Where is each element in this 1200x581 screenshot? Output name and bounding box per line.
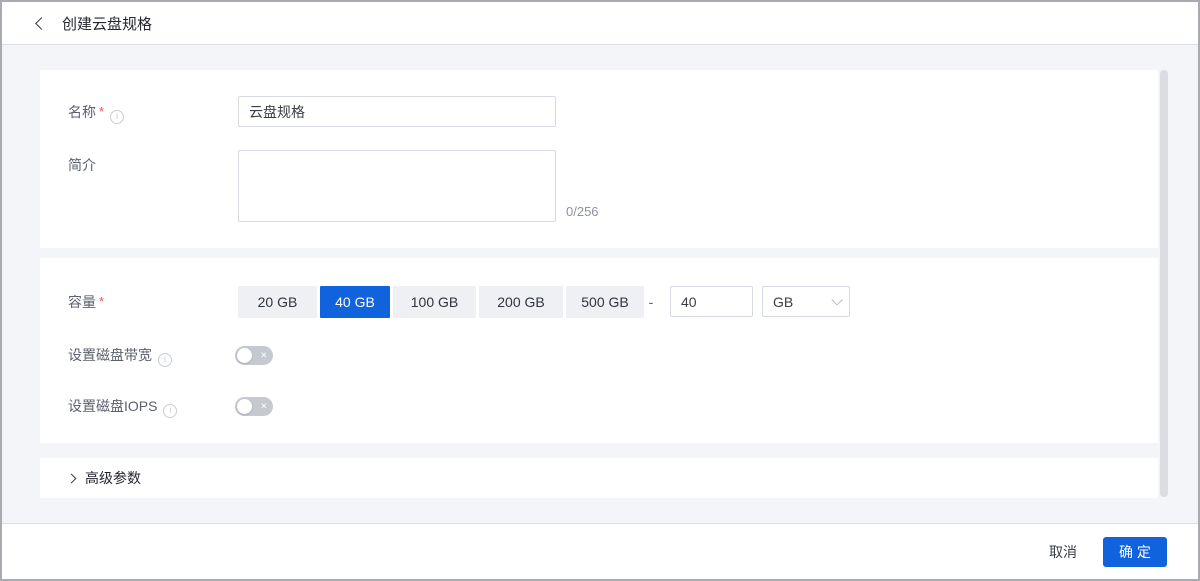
required-asterisk: *	[99, 294, 104, 309]
advanced-params-label: 高级参数	[85, 468, 141, 488]
chevron-right-icon	[67, 473, 77, 483]
capacity-label: 容量*	[68, 286, 104, 318]
page-title: 创建云盘规格	[62, 13, 152, 34]
capacity-separator: -	[645, 286, 657, 318]
capacity-options: 20 GB 40 GB 100 GB 200 GB 500 GB	[238, 286, 644, 318]
page-header: 创建云盘规格	[2, 2, 1198, 45]
create-disk-spec-window: 创建云盘规格 名称*i 简介 0/256 容量* 20 GB 40 GB 100…	[0, 0, 1200, 581]
info-icon[interactable]: i	[158, 353, 172, 367]
capacity-unit-select[interactable]: GB	[762, 286, 850, 317]
toggle-knob	[237, 348, 252, 363]
description-textarea[interactable]	[238, 150, 556, 222]
capacity-card: 容量* 20 GB 40 GB 100 GB 200 GB 500 GB - G…	[40, 258, 1158, 443]
toggle-off-icon: ×	[261, 401, 267, 412]
capacity-option-20gb[interactable]: 20 GB	[238, 286, 317, 318]
toggle-knob	[237, 399, 252, 414]
capacity-unit-value: GB	[773, 294, 793, 310]
basic-info-card: 名称*i 简介 0/256	[40, 70, 1158, 248]
chevron-down-icon	[831, 294, 842, 305]
bandwidth-toggle[interactable]: ×	[235, 346, 273, 365]
back-chevron-icon[interactable]	[35, 17, 48, 30]
iops-label: 设置磁盘IOPSi	[68, 397, 177, 418]
info-icon[interactable]: i	[110, 110, 124, 124]
required-asterisk: *	[99, 104, 104, 119]
iops-toggle[interactable]: ×	[235, 397, 273, 416]
info-icon[interactable]: i	[163, 404, 177, 418]
name-label: 名称*i	[68, 96, 124, 128]
capacity-option-200gb[interactable]: 200 GB	[479, 286, 563, 318]
bandwidth-label: 设置磁盘带宽i	[68, 346, 172, 367]
description-label: 简介	[68, 155, 96, 175]
capacity-option-500gb[interactable]: 500 GB	[566, 286, 644, 318]
advanced-params-toggle[interactable]: 高级参数	[40, 458, 1158, 498]
footer-bar: 取消 确 定	[2, 523, 1198, 579]
char-counter: 0/256	[566, 204, 599, 219]
name-input[interactable]	[238, 96, 556, 127]
cancel-button[interactable]: 取消	[1049, 542, 1077, 562]
capacity-option-40gb[interactable]: 40 GB	[320, 286, 390, 318]
toggle-off-icon: ×	[261, 350, 267, 361]
confirm-button[interactable]: 确 定	[1103, 537, 1167, 567]
capacity-custom-input[interactable]	[670, 286, 753, 317]
vertical-scrollbar[interactable]	[1160, 70, 1168, 497]
capacity-option-100gb[interactable]: 100 GB	[393, 286, 476, 318]
